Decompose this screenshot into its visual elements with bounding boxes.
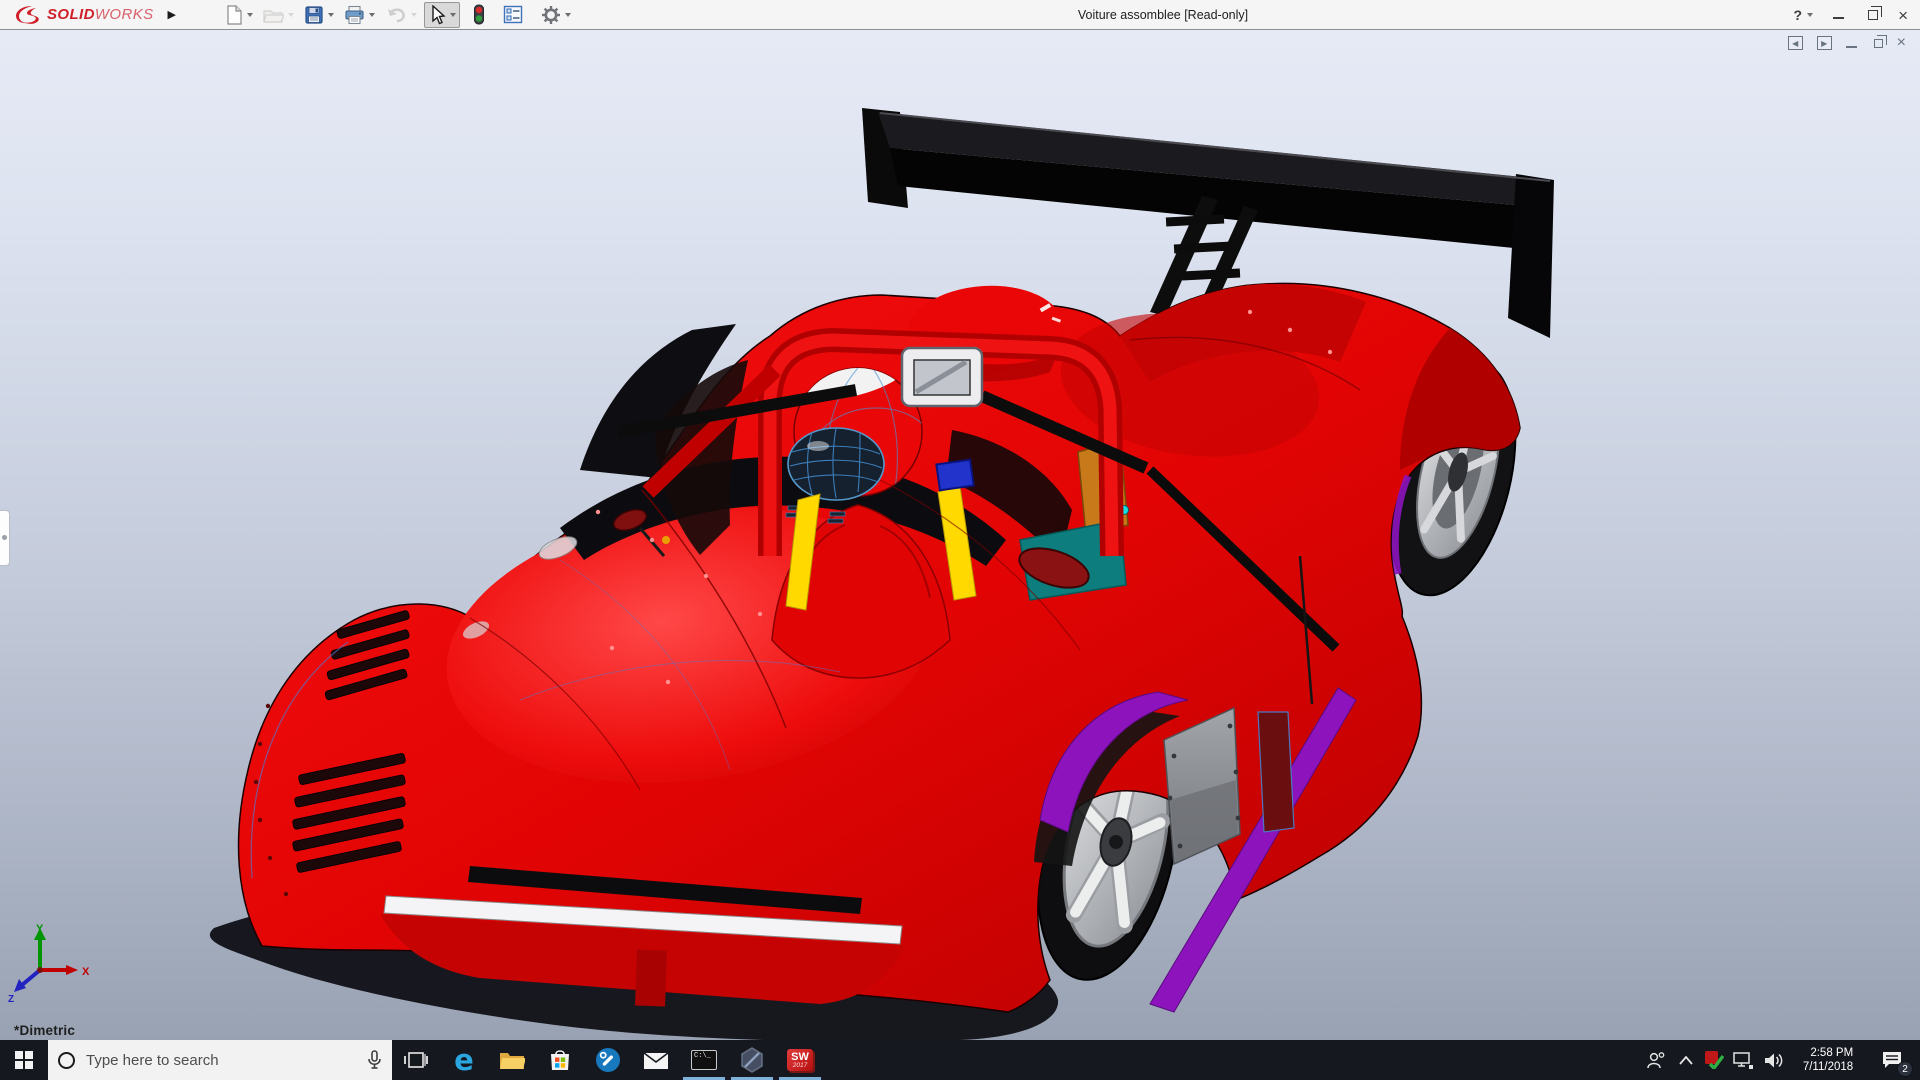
clock[interactable]: 2:58 PM 7/11/2018 [1790, 1040, 1870, 1080]
people-icon [1646, 1051, 1666, 1069]
start-button[interactable] [0, 1040, 48, 1080]
people-button[interactable] [1640, 1040, 1672, 1080]
3d-model-car [0, 30, 1920, 1040]
gear-icon [541, 5, 561, 25]
triad-y-label: Y [36, 923, 44, 935]
mail-button[interactable] [632, 1040, 680, 1080]
window-title: Voiture assomblee [Read-only] [1078, 0, 1248, 30]
notification-badge: 2 [1897, 1061, 1913, 1077]
network-button[interactable] [1728, 1040, 1758, 1080]
task-view-icon [404, 1049, 428, 1071]
triad-x-label: X [82, 966, 90, 978]
door-recess [1258, 712, 1294, 832]
new-document-button[interactable] [222, 3, 256, 27]
open-icon [263, 5, 284, 25]
document-close-button[interactable]: × [1897, 36, 1906, 50]
file-explorer-icon [499, 1049, 525, 1071]
open-button[interactable] [260, 3, 297, 27]
open-dropdown[interactable] [288, 13, 294, 17]
standard-toolbar [222, 2, 574, 28]
save-icon [304, 5, 324, 25]
store-button[interactable] [536, 1040, 584, 1080]
panel-tab-dot [2, 535, 7, 540]
network-icon [1733, 1052, 1753, 1069]
window-controls: ? × [1794, 0, 1909, 30]
document-minimize-button[interactable] [1846, 46, 1857, 48]
tile-right-pane-button[interactable]: ▶ [1817, 36, 1832, 50]
action-center-button[interactable]: 2 [1870, 1040, 1914, 1080]
document-window-controls: ◀ ▶ × [1788, 36, 1906, 50]
tile-left-pane-button[interactable]: ◀ [1788, 36, 1803, 50]
undo-icon [385, 5, 407, 25]
task-view-button[interactable] [392, 1040, 440, 1080]
cad-utility-button[interactable] [728, 1040, 776, 1080]
save-dropdown[interactable] [328, 13, 334, 17]
undo-button[interactable] [382, 3, 420, 27]
new-document-dropdown[interactable] [247, 13, 253, 17]
minimize-button[interactable] [1833, 17, 1844, 19]
print-icon [344, 5, 365, 25]
triad-z-label: Z [8, 994, 14, 1002]
properties-list-icon [503, 5, 523, 24]
taskbar: e [0, 1040, 1920, 1080]
search-input[interactable] [84, 1051, 358, 1070]
edge-button[interactable]: e [440, 1040, 488, 1080]
print-dropdown[interactable] [369, 13, 375, 17]
cortana-icon [58, 1052, 75, 1069]
solidworks-taskbar-button[interactable]: SW 2017 [776, 1040, 824, 1080]
system-tray: 2:58 PM 7/11/2018 2 [1640, 1040, 1920, 1080]
print-button[interactable] [341, 3, 378, 27]
undo-dropdown[interactable] [411, 13, 417, 17]
mail-icon [643, 1050, 669, 1070]
file-explorer-button[interactable] [488, 1040, 536, 1080]
select-dropdown[interactable] [450, 13, 456, 17]
taskbar-search[interactable] [48, 1040, 392, 1080]
windows-logo-icon [15, 1051, 33, 1069]
taskbar-apps: e [392, 1040, 824, 1080]
rebuild-button[interactable] [470, 2, 488, 27]
solidworks-tray-icon [1705, 1051, 1724, 1069]
new-document-icon [225, 5, 243, 25]
microphone-icon[interactable] [367, 1050, 382, 1070]
command-prompt-icon: C:\_ [691, 1050, 717, 1070]
edge-icon: e [454, 1046, 474, 1074]
select-tool-button[interactable] [424, 2, 460, 28]
restore-button[interactable] [1868, 10, 1878, 20]
settings-wrench-button[interactable] [584, 1040, 632, 1080]
show-hidden-icons-button[interactable] [1672, 1040, 1700, 1080]
speaker-icon [1764, 1052, 1784, 1069]
clock-date: 7/11/2018 [1803, 1061, 1853, 1073]
flyout-arrow-icon[interactable]: ▶ [168, 8, 176, 21]
store-icon [548, 1048, 572, 1072]
brand-text: SOLIDWORKS [47, 6, 154, 23]
ds-logo-icon [12, 4, 42, 26]
options-button[interactable] [538, 3, 574, 27]
document-restore-button[interactable] [1874, 39, 1883, 48]
solidworks-2017-icon: SW 2017 [787, 1049, 813, 1071]
clock-time: 2:58 PM [1810, 1047, 1853, 1059]
select-cursor-icon [428, 5, 446, 25]
save-button[interactable] [301, 3, 337, 27]
view-orientation-label: *Dimetric [14, 1023, 75, 1038]
options-dropdown[interactable] [565, 13, 571, 17]
help-dropdown[interactable] [1807, 13, 1813, 17]
help-button[interactable]: ? [1794, 7, 1814, 23]
command-prompt-button[interactable]: C:\_ [680, 1040, 728, 1080]
graphics-viewport[interactable]: ◀ ▶ × [0, 30, 1920, 1040]
reference-triad: Y X Z [6, 922, 96, 1002]
wrench-circle-icon [595, 1047, 621, 1073]
solidworks-logo: SOLIDWORKS ▶ [0, 4, 176, 26]
harness-buckle [936, 460, 973, 490]
titlebar: SOLIDWORKS ▶ [0, 0, 1920, 30]
stoplight-icon [473, 4, 485, 25]
file-properties-button[interactable] [500, 3, 526, 26]
close-button[interactable]: × [1898, 7, 1908, 24]
hexagon-app-icon [739, 1047, 765, 1073]
feature-panel-collapsed-tab[interactable] [0, 510, 10, 566]
volume-button[interactable] [1758, 1040, 1790, 1080]
solidworks-tray-button[interactable] [1700, 1040, 1728, 1080]
chevron-up-icon [1679, 1056, 1693, 1065]
